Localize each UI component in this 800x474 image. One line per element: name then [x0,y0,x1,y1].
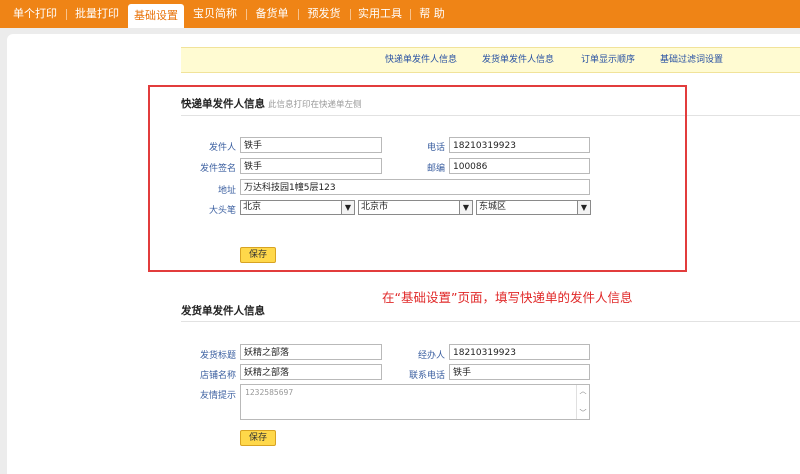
nav-tab-item-alias[interactable]: 宝贝简称 [188,0,242,28]
scrollbar[interactable]: ︿ ﹀ [576,385,589,419]
handler-input[interactable]: 18210319923 [449,344,590,360]
invoice-save-button[interactable]: 保存 [240,430,276,446]
nav-tab-single-print[interactable]: 单个打印 [8,0,62,28]
nav-separator [246,9,247,20]
shop-name-label: 店铺名称 [199,371,236,381]
contact-phone-label: 联系电话 [408,371,445,381]
shop-name-input[interactable]: 妖精之部落 [240,364,382,380]
contact-phone-input[interactable]: 铁手 [449,364,590,380]
subnav-filter-words[interactable]: 基础过滤词设置 [660,48,723,72]
section-divider [181,321,800,322]
nav-tab-help[interactable]: 帮 助 [414,0,450,28]
subnav-invoice-sender[interactable]: 发货单发件人信息 [482,48,554,72]
nav-tab-batch-print[interactable]: 批量打印 [70,0,124,28]
instruction-annotation: 在“基础设置”页面，填写快递单的发件人信息 [382,290,633,305]
highlight-box [148,85,687,272]
tip-label: 友情提示 [199,391,236,401]
handler-label: 经办人 [417,351,445,361]
tip-textarea[interactable]: 1232585697 ︿ ﹀ [240,384,590,420]
nav-tab-tools[interactable]: 实用工具 [354,0,406,28]
invoice-sender-title: 发货单发件人信息 [181,305,265,317]
tip-placeholder: 1232585697 [245,388,294,397]
invoice-title-input[interactable]: 妖精之部落 [240,344,382,360]
top-nav-bar: 单个打印 批量打印 基础设置 宝贝简称 备货单 预发货 实用工具 帮 助 [0,0,800,28]
scroll-up-icon[interactable]: ︿ [577,386,589,396]
subnav-express-sender[interactable]: 快递单发件人信息 [385,48,457,72]
invoice-title-label: 发货标题 [199,351,236,361]
nav-separator [410,9,411,20]
nav-separator [298,9,299,20]
nav-tab-stock-list[interactable]: 备货单 [250,0,294,28]
scroll-down-icon[interactable]: ﹀ [577,408,589,418]
subnav-order-display[interactable]: 订单显示顺序 [581,48,635,72]
nav-separator [350,9,351,20]
nav-tab-pre-shipment[interactable]: 预发货 [302,0,346,28]
settings-subnav: 快递单发件人信息 发货单发件人信息 订单显示顺序 基础过滤词设置 [181,47,800,73]
nav-tab-basic-settings[interactable]: 基础设置 [128,4,184,28]
nav-separator [66,9,67,20]
